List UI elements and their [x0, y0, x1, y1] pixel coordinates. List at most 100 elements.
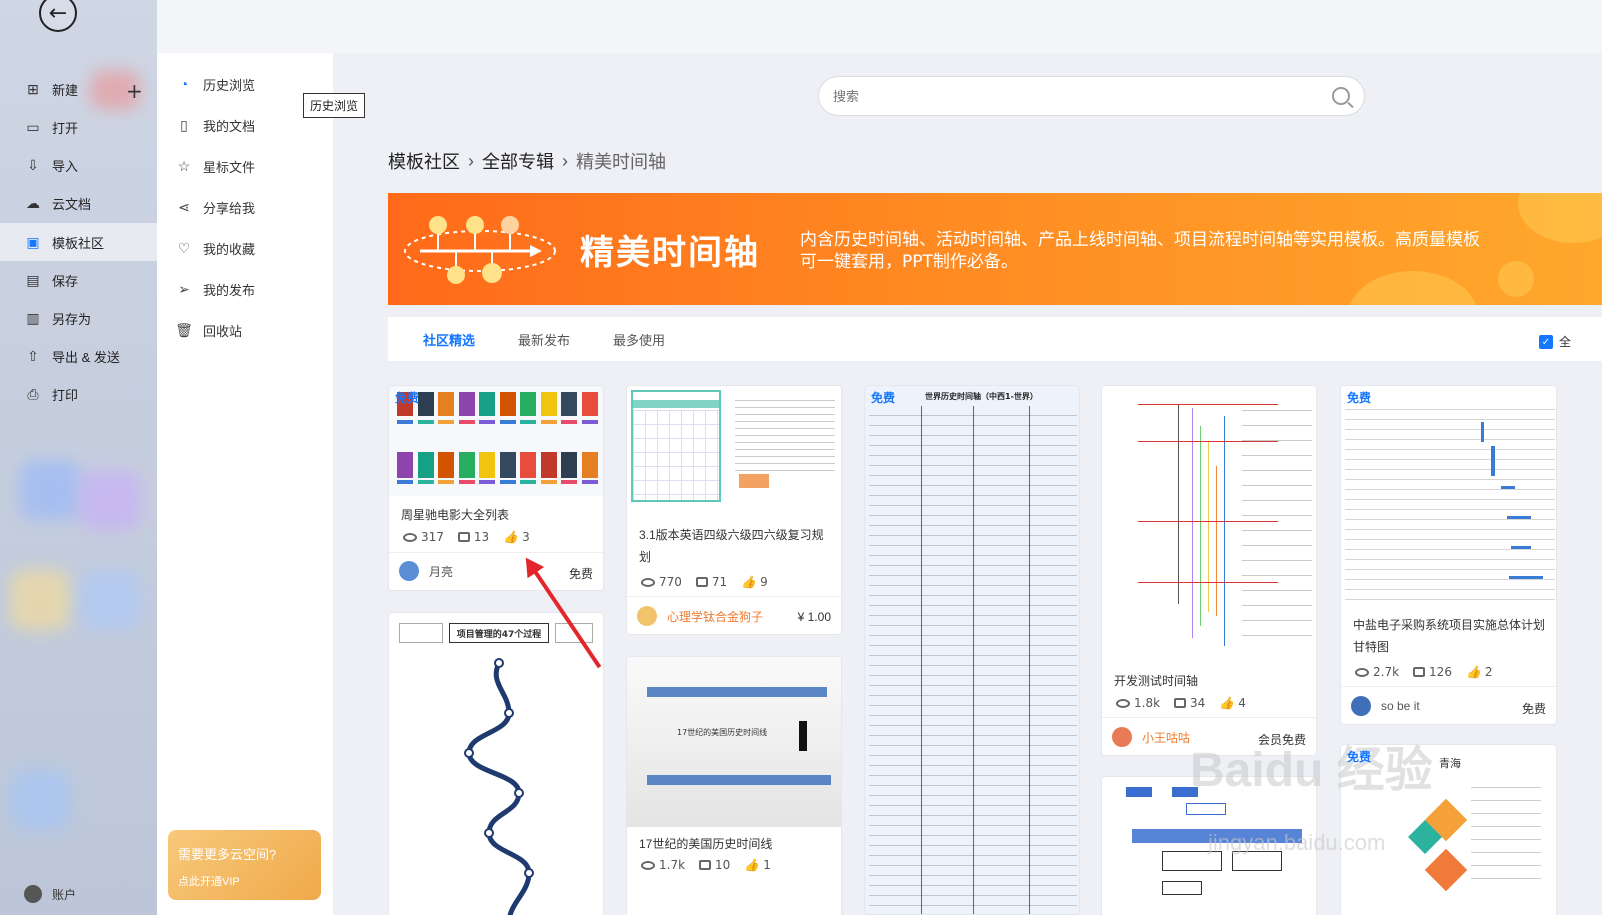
secondary-sidebar: ◔ 历史浏览 ▯ 我的文档 ☆ 星标文件 ⋖ 分享给我 ♡ 我的收藏 ➢ 我的发布 🗑 回收站	[157, 53, 333, 915]
plus-square-icon: ⊞	[27, 80, 39, 97]
card-price: ¥ 1.00	[797, 610, 831, 624]
thumbs-up-icon: 👍	[1219, 696, 1235, 710]
poster-tag	[520, 480, 536, 484]
free-badge: 免费	[395, 391, 420, 405]
document-icon: ▯	[180, 116, 188, 133]
thumbnail-title: 17世纪的美国历史时间线	[677, 728, 768, 737]
vip-upgrade-card[interactable]: 需要更多云空间? 点此开通VIP	[168, 830, 321, 900]
template-card[interactable]: 17世纪的美国历史时间线 17世纪的美国历史时间线 1.7k 10 👍 1	[626, 656, 842, 915]
template-card[interactable]: 项目管理的47个过程	[388, 612, 604, 915]
poster-tag	[397, 480, 413, 484]
account-avatar-icon	[24, 885, 42, 903]
template-card[interactable]: 免费 世界历史时间轴（中西1-世界）	[864, 385, 1080, 915]
card-stats: 1.8k 34 👍 4	[1116, 696, 1246, 710]
chevron-right-icon: ›	[468, 150, 474, 171]
movie-poster-thumb	[520, 452, 536, 478]
trash-icon: 🗑	[175, 321, 193, 338]
eye-icon	[641, 860, 655, 870]
rail-item-print[interactable]: ⎙ 打印	[0, 375, 157, 413]
tooltip: 历史浏览	[303, 93, 366, 118]
folder-icon: ▭	[26, 118, 40, 135]
app-window: ← + ⊞ 新建 ▭ 打开 ⇩ 导入 ☁ 云文档 ▣ 模板社区 ▤ 保存 ▥ 另存为 ⇧ 导出 …	[0, 0, 1602, 915]
heart-icon: ♡	[177, 239, 191, 256]
movie-poster-thumb	[540, 452, 557, 478]
movie-poster-thumb	[499, 392, 516, 416]
card-author[interactable]: 心理学钛合金狗子	[637, 606, 763, 626]
search-icon[interactable]	[1332, 87, 1350, 105]
breadcrumb-current: 精美时间轴	[576, 152, 666, 172]
breadcrumb-root[interactable]: 模板社区	[388, 148, 460, 174]
card-title: 3.1版本英语四级六级四六级复习规划	[639, 528, 824, 564]
movie-poster-thumb	[561, 452, 577, 478]
tab-most-used[interactable]: 最多使用	[613, 330, 665, 349]
poster-tag	[458, 480, 475, 484]
movie-poster-thumb	[540, 392, 557, 416]
card-stats: 770 71 👍 9	[641, 575, 768, 589]
card-price: 免费	[568, 567, 593, 581]
sidebar-item-starred[interactable]: ☆ 星标文件	[157, 146, 333, 186]
poster-tag	[479, 480, 495, 484]
comment-icon	[1174, 698, 1187, 708]
rail-item-import[interactable]: ⇩ 导入	[0, 146, 157, 184]
movie-poster-thumb	[458, 392, 475, 416]
card-title: 周星驰电影大全列表	[401, 508, 510, 522]
poster-tag	[438, 480, 454, 484]
save-icon: ▤	[26, 271, 40, 288]
thumbs-up-icon: 👍	[744, 858, 760, 872]
eye-icon	[1355, 667, 1369, 677]
search-input[interactable]	[833, 88, 1332, 104]
account-button[interactable]: 账户	[24, 885, 76, 903]
eye-icon	[641, 577, 655, 587]
banner-title: 精美时间轴	[580, 233, 760, 273]
select-all-checkbox[interactable]: ✓	[1539, 335, 1553, 349]
sidebar-item-favorites[interactable]: ♡ 我的收藏	[157, 228, 333, 268]
thumbnail-title: 青海	[1439, 758, 1461, 770]
rail-item-export[interactable]: ⇧ 导出 & 发送	[0, 337, 157, 375]
card-title: 中盐电子采购系统项目实施总体计划甘特图	[1353, 618, 1546, 654]
movie-poster-thumb	[499, 452, 516, 478]
share-icon: ⋖	[178, 198, 190, 215]
thumbs-up-icon: 👍	[741, 575, 757, 589]
card-stats: 2.7k 126 👍 2	[1355, 665, 1493, 679]
card-author[interactable]: 月亮	[399, 561, 453, 581]
rail-item-template-community[interactable]: ▣ 模板社区	[0, 223, 157, 261]
sidebar-item-shared[interactable]: ⋖ 分享给我	[157, 187, 333, 227]
template-card[interactable]: 免费 周星驰电影大全列表 317 13 👍 3 月亮 免费	[388, 385, 604, 591]
card-author[interactable]: so be it	[1351, 696, 1420, 716]
poster-tag	[561, 420, 577, 424]
rail-item-save[interactable]: ▤ 保存	[0, 261, 157, 299]
tab-latest[interactable]: 最新发布	[518, 330, 570, 349]
poster-tag	[561, 480, 577, 484]
back-button[interactable]: ←	[39, 0, 77, 32]
sidebar-item-published[interactable]: ➢ 我的发布	[157, 269, 333, 309]
template-card[interactable]: 免费 中盐电子采购系统项目实施总体计划甘特图 2.7k 126 👍 2 so be…	[1340, 385, 1557, 725]
rail-item-save-as[interactable]: ▥ 另存为	[0, 299, 157, 337]
rail-item-new[interactable]: ⊞ 新建	[0, 70, 157, 108]
rail-item-cloud[interactable]: ☁ 云文档	[0, 184, 157, 222]
card-stats: 1.7k 10 👍 1	[641, 858, 771, 872]
album-banner: 精美时间轴 内含历史时间轴、活动时间轴、产品上线时间轴、项目流程时间轴等实用模板…	[388, 193, 1602, 305]
template-card[interactable]: 3.1版本英语四级六级四六级复习规划 770 71 👍 9 心理学钛合金狗子 ¥ …	[626, 385, 842, 635]
select-all-label: 全	[1559, 335, 1572, 349]
card-thumbnail: 17世纪的美国历史时间线	[627, 657, 841, 827]
breadcrumb-mid[interactable]: 全部专辑	[482, 148, 554, 174]
top-strip	[157, 0, 1602, 53]
comment-icon	[695, 577, 708, 587]
rail-item-open[interactable]: ▭ 打开	[0, 108, 157, 146]
movie-poster-thumb	[581, 392, 598, 416]
cloud-icon: ☁	[26, 194, 40, 211]
eye-icon	[403, 532, 417, 542]
card-thumbnail	[1102, 386, 1316, 666]
sidebar-item-trash[interactable]: 🗑 回收站	[157, 310, 333, 350]
chevron-right-icon: ›	[562, 150, 568, 171]
filter-tabs: 社区精选 最新发布 最多使用	[388, 317, 1602, 361]
export-icon: ⇧	[27, 347, 39, 364]
poster-tag	[540, 480, 557, 484]
card-author[interactable]: 小王咕咕	[1112, 727, 1190, 747]
tab-featured[interactable]: 社区精选	[423, 330, 475, 349]
movie-poster-thumb	[581, 452, 598, 478]
thumbs-up-icon: 👍	[1465, 665, 1481, 679]
movie-poster-thumb	[479, 452, 495, 478]
poster-tag	[397, 420, 413, 424]
template-card[interactable]: 开发测试时间轴 1.8k 34 👍 4 小王咕咕 会员免费	[1101, 385, 1317, 756]
